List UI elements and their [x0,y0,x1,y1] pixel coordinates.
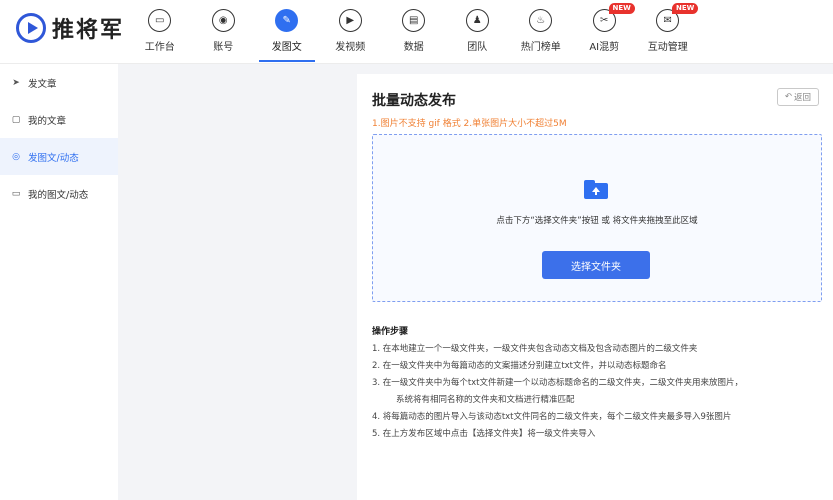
fire-icon: ♨ [529,9,553,32]
nav-label: 发视频 [335,42,366,53]
chart-icon: ▤ [402,9,426,32]
sidebar-item-label: 发文章 [28,78,57,90]
sidebar: ➤ 发文章 ▢ 我的文章 ◎ 发图文/动态 ▭ 我的图文/动态 [0,64,118,500]
sidebar-item-label: 我的图文/动态 [28,189,89,201]
list-icon: ▭ [11,188,21,199]
nav-item-2[interactable]: ✎ 发图文 [255,0,319,64]
nav-item-4[interactable]: ▤ 数据 [382,0,446,64]
back-button[interactable]: ↶ 返回 [777,88,819,106]
nav-label: 账号 [213,42,234,53]
drop-hint: 点击下方“选择文件夹”按钮 或 将文件夹拖拽至此区域 [496,216,698,226]
nav-label: 互动管理 [647,42,688,53]
step-line: 5. 在上方发布区域中点击【选择文件夹】将一级文件夹导入 [372,429,596,439]
brand-name: 推将军 [52,18,125,43]
feather-icon: ✎ [275,9,299,32]
step-line: 系统将有相同名称的文件夹和文档进行精准匹配 [396,395,575,405]
upload-restrictions-note: 1.图片不支持 gif 格式 2.单张图片大小不超过5M [372,119,567,129]
sidebar-item-2[interactable]: ◎ 发图文/动态 [0,138,118,175]
nav-item-5[interactable]: ♟ 团队 [446,0,510,64]
logo-play-icon [16,13,46,43]
steps-list: 1. 在本地建立一个一级文件夹，一级文件夹包含动态文档及包含动态图片的二级文件夹… [372,341,827,443]
sidebar-item-3[interactable]: ▭ 我的图文/动态 [0,175,118,212]
sidebar-item-label: 我的文章 [28,115,67,127]
back-label: 返回 [794,93,812,103]
nav-item-0[interactable]: ▭ 工作台 [128,0,192,64]
back-arrow-icon: ↶ [784,92,793,102]
nav-item-1[interactable]: ◉ 账号 [192,0,256,64]
nav-label: 工作台 [144,42,175,53]
steps-title: 操作步骤 [372,327,409,337]
batch-publish-panel: 批量动态发布 ↶ 返回 1.图片不支持 gif 格式 2.单张图片大小不超过5M… [357,74,833,500]
top-header: 推将军 ▭ 工作台 ◉ 账号 ✎ 发图文 ▶ 发视频 ▤ 数据 ♟ 团队 ♨ 热门榜单 ✂ AI混剪 NEW ✉ 互… [0,0,833,64]
nav-label: 热门榜单 [520,42,561,53]
logo[interactable]: 推将军 [16,12,124,44]
nav-label: AI混剪 [589,42,620,53]
nav-item-8[interactable]: ✉ 互动管理 NEW [636,0,700,64]
page-title: 批量动态发布 [372,93,456,109]
user-icon: ◉ [211,9,235,32]
sidebar-item-label: 发图文/动态 [28,152,79,164]
step-line: 4. 将每篇动态的图片导入与该动态txt文件同名的二级文件夹，每个二级文件夹最多… [372,412,732,422]
send-icon: ➤ [12,77,20,88]
new-badge: NEW [608,3,635,14]
nav-item-3[interactable]: ▶ 发视频 [319,0,383,64]
play-icon: ▶ [338,9,362,32]
folder-drop-zone[interactable]: 点击下方“选择文件夹”按钮 或 将文件夹拖拽至此区域 选择文件夹 [372,134,822,302]
nav-label: 数据 [403,42,424,53]
nav-label: 团队 [467,42,488,53]
document-icon: ▢ [11,114,21,125]
team-icon: ♟ [465,9,489,32]
step-line: 1. 在本地建立一个一级文件夹，一级文件夹包含动态文档及包含动态图片的二级文件夹 [372,344,698,354]
nav-item-6[interactable]: ♨ 热门榜单 [509,0,573,64]
folder-upload-icon [584,180,608,199]
nav-item-7[interactable]: ✂ AI混剪 NEW [573,0,637,64]
sidebar-item-1[interactable]: ▢ 我的文章 [0,101,118,138]
nav-label: 发图文 [271,42,302,53]
top-nav: ▭ 工作台 ◉ 账号 ✎ 发图文 ▶ 发视频 ▤ 数据 ♟ 团队 ♨ 热门榜单 ✂ AI混剪 NEW ✉ 互动管理 N… [128,0,700,64]
choose-folder-button[interactable]: 选择文件夹 [542,251,650,279]
step-line: 3. 在一级文件夹中为每个txt文件新建一个以动态标题命名的二级文件夹，二级文件… [372,378,744,388]
new-badge: NEW [672,3,699,14]
sidebar-item-0[interactable]: ➤ 发文章 [0,64,118,101]
step-line: 2. 在一级文件夹中为每篇动态的文案描述分别建立txt文件，并以动态标题命名 [372,361,667,371]
image-post-icon: ◎ [12,151,20,162]
monitor-icon: ▭ [148,9,172,32]
